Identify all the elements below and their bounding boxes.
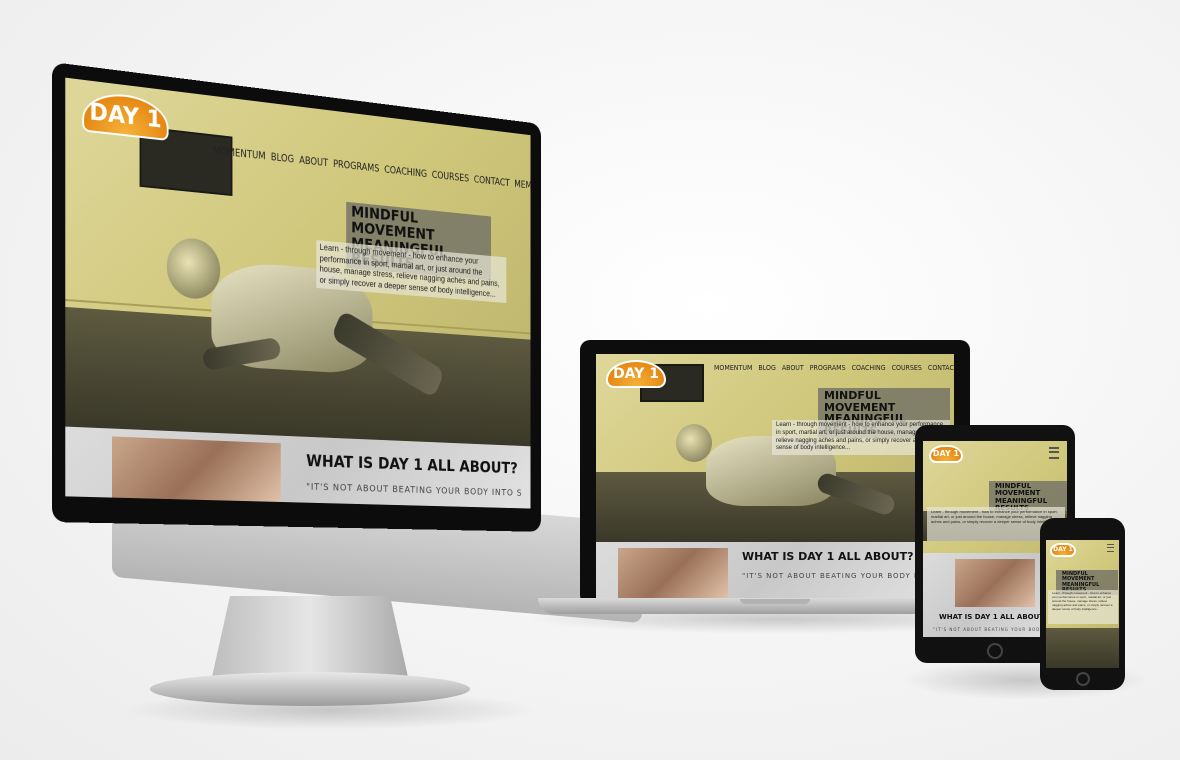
logo-text: DAY 1 <box>89 97 162 134</box>
laptop-screen: DAY 1 MOMENTUM BLOG ABOUT PROGRAMS COACH… <box>596 354 954 598</box>
site-logo[interactable]: DAY 1 <box>929 445 963 463</box>
nav-item-contact[interactable]: CONTACT <box>928 364 954 372</box>
imac-display: DAY 1 MOMENTUM BLOG ABOUT PROGRAMS COACH… <box>52 62 542 532</box>
about-photo <box>618 548 728 598</box>
about-section: WHAT IS DAY 1 ALL ABOUT? "IT'S NOT ABOUT… <box>596 542 954 598</box>
about-photo <box>955 559 1035 607</box>
nav-item-about[interactable]: ABOUT <box>299 154 328 169</box>
site-logo[interactable]: DAY 1 <box>1050 543 1076 557</box>
nav-item-coaching[interactable]: COACHING <box>384 163 427 180</box>
phone-screen: DAY 1 MINDFUL MOVEMENT MEANINGFUL RESULT… <box>1046 540 1119 668</box>
about-heading: WHAT IS DAY 1 ALL ABOUT? <box>306 451 518 478</box>
laptop-display: DAY 1 MOMENTUM BLOG ABOUT PROGRAMS COACH… <box>580 340 970 605</box>
hamburger-icon[interactable] <box>1107 544 1114 552</box>
about-heading: WHAT IS DAY 1 ALL ABOUT? <box>939 613 1049 621</box>
main-nav: MOMENTUM BLOG ABOUT PROGRAMS COACHING CO… <box>213 144 530 194</box>
nav-item-about[interactable]: ABOUT <box>782 364 804 372</box>
nav-item-programs[interactable]: PROGRAMS <box>810 364 846 372</box>
hero-body-text: Learn - through movement - how to enhanc… <box>1048 590 1118 624</box>
about-quote: "IT'S NOT ABOUT BEATING YOUR BODY INTO S… <box>933 627 1057 632</box>
hero-athlete-head <box>166 236 221 301</box>
hamburger-icon[interactable] <box>1049 447 1059 459</box>
nav-item-coaching[interactable]: COACHING <box>852 364 886 372</box>
hero-title-line1: MINDFUL MOVEMENT <box>995 482 1041 498</box>
logo-text: DAY 1 <box>932 449 960 458</box>
nav-item-momentum[interactable]: MOMENTUM <box>714 364 752 372</box>
about-quote: "IT'S NOT ABOUT BEATING YOUR BODY INTO S… <box>306 481 522 499</box>
imac-screen: DAY 1 MOMENTUM BLOG ABOUT PROGRAMS COACH… <box>65 77 531 509</box>
nav-item-courses[interactable]: COURSES <box>432 169 469 185</box>
phone-home-button[interactable] <box>1076 672 1090 686</box>
logo-text: DAY 1 <box>1053 546 1073 553</box>
main-nav: MOMENTUM BLOG ABOUT PROGRAMS COACHING CO… <box>714 364 954 372</box>
hero-title-line1: MINDFUL MOVEMENT <box>824 389 896 414</box>
hero-mat-floor <box>1046 628 1119 668</box>
nav-item-blog[interactable]: BLOG <box>758 364 775 372</box>
nav-item-blog[interactable]: BLOG <box>271 151 294 166</box>
nav-item-contact[interactable]: CONTACT <box>474 173 510 189</box>
hero-title-line1: MINDFUL MOVEMENT <box>1062 571 1095 583</box>
about-quote: "IT'S NOT ABOUT BEATING YOUR BODY INTO S… <box>742 572 942 580</box>
nav-item-members[interactable]: MEMBERS <box>514 178 530 194</box>
about-photo <box>112 436 281 502</box>
about-heading: WHAT IS DAY 1 ALL ABOUT? <box>742 550 914 563</box>
nav-item-courses[interactable]: COURSES <box>892 364 922 372</box>
tablet-home-button[interactable] <box>987 643 1003 659</box>
imac-stand-base <box>150 672 470 706</box>
logo-text: DAY 1 <box>613 366 659 382</box>
laptop-notch <box>740 599 810 604</box>
nav-item-programs[interactable]: PROGRAMS <box>333 157 379 174</box>
phone-device: DAY 1 MINDFUL MOVEMENT MEANINGFUL RESULT… <box>1040 518 1125 690</box>
site-logo[interactable]: DAY 1 <box>82 89 169 142</box>
